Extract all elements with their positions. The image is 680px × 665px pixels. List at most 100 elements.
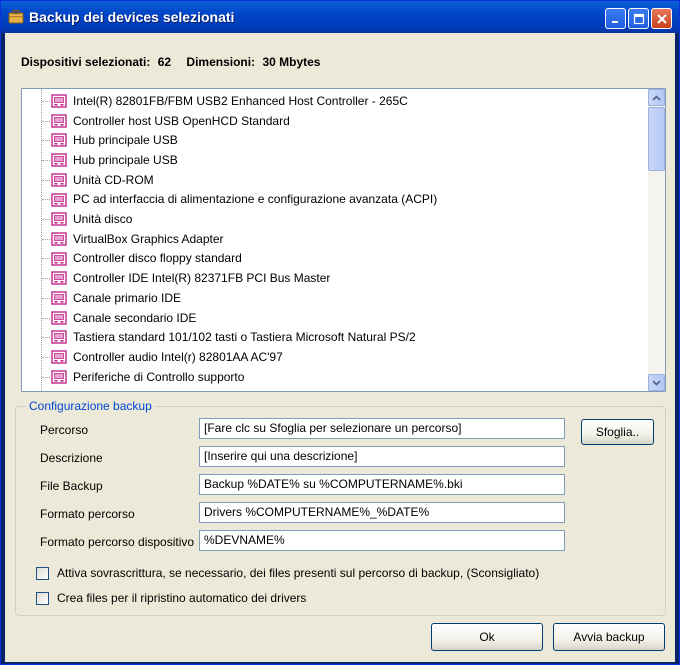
browse-button[interactable]: Sfoglia.. bbox=[581, 419, 654, 445]
device-icon bbox=[51, 152, 67, 168]
path-label: Percorso bbox=[40, 423, 89, 437]
tree-connector bbox=[42, 100, 50, 102]
window-title: Backup dei devices selezionati bbox=[29, 9, 235, 25]
overwrite-label: Attiva sovrascrittura, se necessario, de… bbox=[57, 566, 540, 580]
dialog-window: Backup dei devices selezionati Dispositi… bbox=[0, 0, 680, 665]
minimize-button[interactable] bbox=[605, 8, 626, 29]
restore-files-checkbox[interactable] bbox=[36, 591, 49, 605]
size-label: Dimensioni: bbox=[186, 55, 256, 69]
restore-files-option[interactable]: Crea files per il ripristino automatico … bbox=[36, 591, 306, 605]
list-item[interactable]: PC ad interfaccia di alimentazione e con… bbox=[22, 190, 648, 210]
device-path-format-field[interactable]: %DEVNAME% bbox=[199, 530, 565, 551]
device-icon bbox=[51, 113, 67, 129]
device-icon bbox=[51, 310, 67, 326]
device-name: Canale primario IDE bbox=[73, 290, 182, 305]
device-name: Tastiera standard 101/102 tasti o Tastie… bbox=[73, 330, 416, 345]
device-list-scrollbar[interactable] bbox=[648, 89, 665, 391]
device-list[interactable]: Intel(R) 82801FB/FBM USB2 Enhanced Host … bbox=[21, 88, 666, 392]
device-name: PC ad interfaccia di alimentazione e con… bbox=[73, 192, 438, 207]
tree-connector bbox=[42, 179, 50, 181]
device-icon bbox=[51, 251, 67, 267]
size-value: 30 Mbytes bbox=[262, 55, 321, 69]
device-icon bbox=[51, 290, 67, 306]
close-icon bbox=[656, 13, 667, 24]
list-item[interactable]: Controller audio Intel(r) 82801AA AC'97 bbox=[22, 347, 648, 367]
list-item[interactable]: Intel(R) 82801FB/FBM USB2 Enhanced Host … bbox=[22, 91, 648, 111]
selection-summary: Dispositivi selezionati: 62 Dimensioni: … bbox=[21, 55, 324, 69]
briefcase-icon bbox=[8, 9, 24, 24]
overwrite-option[interactable]: Attiva sovrascrittura, se necessario, de… bbox=[36, 566, 539, 580]
close-button[interactable] bbox=[651, 8, 672, 29]
tree-connector bbox=[42, 238, 50, 240]
description-label: Descrizione bbox=[40, 451, 103, 465]
chevron-up-icon bbox=[652, 94, 661, 101]
tree-connector bbox=[42, 337, 50, 339]
tree-connector bbox=[42, 297, 50, 299]
tree-connector bbox=[42, 159, 50, 161]
device-name: Periferiche di Controllo supporto bbox=[73, 369, 245, 384]
restore-files-label: Crea files per il ripristino automatico … bbox=[57, 591, 307, 605]
list-item[interactable]: Controller disco floppy standard bbox=[22, 249, 648, 269]
device-name: Controller disco floppy standard bbox=[73, 251, 242, 266]
list-item[interactable]: Hub principale USB bbox=[22, 130, 648, 150]
device-name: Controller host USB OpenHCD Standard bbox=[73, 113, 290, 128]
device-icon bbox=[51, 270, 67, 286]
device-icon bbox=[51, 93, 67, 109]
maximize-button[interactable] bbox=[628, 8, 649, 29]
tree-connector bbox=[42, 278, 50, 280]
backup-file-label: File Backup bbox=[40, 479, 103, 493]
scroll-up-button[interactable] bbox=[648, 89, 665, 106]
scroll-thumb[interactable] bbox=[648, 107, 665, 171]
tree-connector bbox=[42, 376, 50, 378]
overwrite-checkbox[interactable] bbox=[36, 566, 49, 580]
list-item[interactable]: Canale primario IDE bbox=[22, 288, 648, 308]
device-path-format-label: Formato percorso dispositivo bbox=[40, 535, 195, 549]
backup-file-field[interactable]: Backup %DATE% su %COMPUTERNAME%.bki bbox=[199, 474, 565, 495]
list-item[interactable]: Controller host USB OpenHCD Standard bbox=[22, 111, 648, 131]
device-name: Hub principale USB bbox=[73, 152, 178, 167]
ok-button[interactable]: Ok bbox=[431, 623, 543, 651]
tree-connector bbox=[42, 356, 50, 358]
device-icon bbox=[51, 172, 67, 188]
tree-connector bbox=[42, 219, 50, 221]
list-item[interactable]: Canale secondario IDE bbox=[22, 308, 648, 328]
list-item[interactable]: Hub principale USB bbox=[22, 150, 648, 170]
tree-connector bbox=[42, 140, 50, 142]
device-name: Controller IDE Intel(R) 82371FB PCI Bus … bbox=[73, 271, 331, 286]
device-icon bbox=[51, 369, 67, 385]
list-item[interactable]: Tastiera standard 101/102 tasti o Tastie… bbox=[22, 327, 648, 347]
device-name: Canale secondario IDE bbox=[73, 310, 197, 325]
path-format-label: Formato percorso bbox=[40, 507, 135, 521]
tree-connector bbox=[42, 199, 50, 201]
tree-connector bbox=[42, 120, 50, 122]
device-icon bbox=[51, 192, 67, 208]
device-icon bbox=[51, 349, 67, 365]
list-item[interactable]: Unità disco bbox=[22, 209, 648, 229]
device-icon bbox=[51, 211, 67, 227]
device-name: Intel(R) 82801FB/FBM USB2 Enhanced Host … bbox=[73, 93, 408, 108]
path-field[interactable]: [Fare clc su Sfoglia per selezionare un … bbox=[199, 418, 565, 439]
dialog-body: Dispositivi selezionati: 62 Dimensioni: … bbox=[5, 33, 675, 662]
device-list-items: Intel(R) 82801FB/FBM USB2 Enhanced Host … bbox=[22, 89, 648, 391]
title-bar[interactable]: Backup dei devices selezionati bbox=[1, 1, 679, 33]
list-item[interactable]: Unità CD-ROM bbox=[22, 170, 648, 190]
description-field[interactable]: [Inserire qui una descrizione] bbox=[199, 446, 565, 467]
device-name: Controller audio Intel(r) 82801AA AC'97 bbox=[73, 349, 283, 364]
list-item[interactable]: Periferiche di Controllo supporto bbox=[22, 367, 648, 387]
chevron-down-icon bbox=[652, 379, 661, 386]
list-item[interactable]: Controller IDE Intel(R) 82371FB PCI Bus … bbox=[22, 268, 648, 288]
maximize-icon bbox=[633, 13, 644, 24]
list-item[interactable]: VirtualBox Graphics Adapter bbox=[22, 229, 648, 249]
devices-count-value: 62 bbox=[157, 55, 172, 69]
backup-config-group: Configurazione backup Percorso [Fare clc… bbox=[15, 399, 666, 616]
device-name: VirtualBox Graphics Adapter bbox=[73, 231, 224, 246]
tree-connector bbox=[42, 258, 50, 260]
device-icon bbox=[51, 329, 67, 345]
scroll-down-button[interactable] bbox=[648, 374, 665, 391]
device-name: Hub principale USB bbox=[73, 133, 178, 148]
device-icon bbox=[51, 231, 67, 247]
path-format-field[interactable]: Drivers %COMPUTERNAME%_%DATE% bbox=[199, 502, 565, 523]
group-title: Configurazione backup bbox=[26, 399, 155, 413]
devices-count-label: Dispositivi selezionati: bbox=[21, 55, 151, 69]
start-backup-button[interactable]: Avvia backup bbox=[553, 623, 665, 651]
